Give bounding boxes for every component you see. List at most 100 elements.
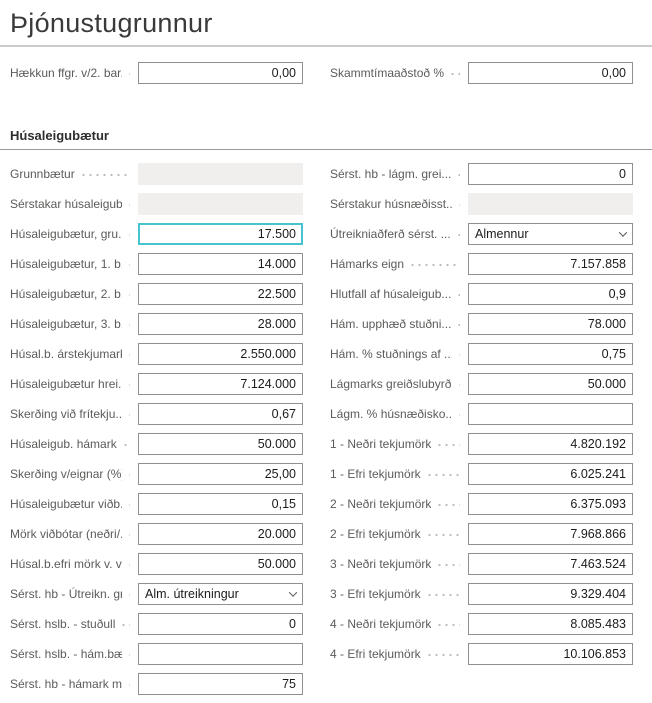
field-label: 3 - Efri tekjumörk xyxy=(330,587,421,601)
field-label: Húsaleigubætur, 1. b... xyxy=(10,257,122,271)
field-input[interactable]: 78.000 xyxy=(468,313,633,335)
field-select[interactable]: Almennur xyxy=(468,223,633,245)
field-input[interactable]: 6.025.241 xyxy=(468,463,633,485)
field-input[interactable]: 6.375.093 xyxy=(468,493,633,515)
field-label-wrap: Sérst. hslb. - stuðull xyxy=(10,613,138,635)
field-label: Hám. upphæð stuðni... xyxy=(330,317,451,331)
field-row: Húsaleigubætur, 2. b... 22.500 xyxy=(10,283,303,305)
field-value: 50.000 xyxy=(258,437,296,451)
field-label-wrap: 4 - Neðri tekjumörk xyxy=(330,613,468,635)
field-label-wrap: Húsaleigubætur, gru... xyxy=(10,223,138,245)
field-value: 20.000 xyxy=(258,527,296,541)
field-input[interactable]: 28.000 xyxy=(138,313,303,335)
field-input[interactable]: 75 xyxy=(138,673,303,695)
dotted-leader xyxy=(127,283,130,305)
field-row: 2 - Efri tekjumörk7.968.866 xyxy=(330,523,633,545)
field-input[interactable]: 7.463.524 xyxy=(468,553,633,575)
dotted-leader xyxy=(426,463,460,485)
field-input[interactable]: 7.968.866 xyxy=(468,523,633,545)
field-input[interactable] xyxy=(138,643,303,665)
field-label: Hlutfall af húsaleigub... xyxy=(330,287,451,301)
field-input[interactable]: 14.000 xyxy=(138,253,303,275)
dotted-leader xyxy=(127,673,130,695)
field-row: 1 - Neðri tekjumörk4.820.192 xyxy=(330,433,633,455)
dotted-leader xyxy=(449,62,460,84)
field-input[interactable]: 20.000 xyxy=(138,523,303,545)
field-label: Sérst. hb - hámark m... xyxy=(10,677,122,691)
field-input[interactable]: 2.550.000 xyxy=(138,343,303,365)
field-label-wrap: Sérst. hb - hámark m... xyxy=(10,673,138,695)
field-row: 4 - Neðri tekjumörk 8.085.483 xyxy=(330,613,633,635)
field-input[interactable]: 0 xyxy=(138,613,303,635)
field-label: Húsaleigub. hámark xyxy=(10,437,117,451)
field-row: Húsaleigub. hámark 50.000 xyxy=(10,433,303,455)
field-label-wrap: Húsaleigubætur hrei... xyxy=(10,373,138,395)
field-label: Húsaleigubætur, gru... xyxy=(10,227,122,241)
field-label-wrap: Hámarks eign xyxy=(330,253,468,275)
dotted-leader xyxy=(457,403,460,425)
field-input[interactable]: 0 xyxy=(468,163,633,185)
field-label: Húsaleigubætur, 2. b... xyxy=(10,287,122,301)
field-label: Húsaleigubætur viðb... xyxy=(10,497,122,511)
field-label: Hámarks eign xyxy=(330,257,404,271)
chevron-down-icon[interactable] xyxy=(619,228,627,236)
field-input[interactable]: 10.106.853 xyxy=(468,643,633,665)
field-input[interactable]: 0,67 xyxy=(138,403,303,425)
field-input[interactable]: 17.500 xyxy=(138,223,303,245)
field-input[interactable]: 22.500 xyxy=(138,283,303,305)
field-input[interactable]: 0,15 xyxy=(138,493,303,515)
field-row: Hlutfall af húsaleigub... 0,9 xyxy=(330,283,633,305)
field-label: 4 - Neðri tekjumörk xyxy=(330,617,431,631)
field-input[interactable]: 0,75 xyxy=(468,343,633,365)
field-input[interactable]: 50.000 xyxy=(138,553,303,575)
field-input[interactable]: 0,9 xyxy=(468,283,633,305)
field-label-wrap: 1 - Neðri tekjumörk xyxy=(330,433,468,455)
field-input[interactable]: 7.157.858 xyxy=(468,253,633,275)
field-value: 0,75 xyxy=(602,347,626,361)
field-value: 14.000 xyxy=(258,257,296,271)
field-label: Grunnbætur xyxy=(10,167,75,181)
field-label-wrap: 3 - Efri tekjumörk xyxy=(330,583,468,605)
field-input[interactable]: 7.124.000 xyxy=(138,373,303,395)
field-label: Lágmarks greiðslubyrði xyxy=(330,377,452,391)
field-label-wrap: Grunnbætur xyxy=(10,163,138,185)
field-input[interactable]: 8.085.483 xyxy=(468,613,633,635)
dotted-leader xyxy=(456,283,460,305)
field-input[interactable]: 50.000 xyxy=(138,433,303,455)
field-input[interactable] xyxy=(468,403,633,425)
general-column-left: Hækkun ffgr. v/2. bar...0,00 xyxy=(10,62,303,92)
dotted-leader xyxy=(426,523,460,545)
field-input[interactable]: 50.000 xyxy=(468,373,633,395)
field-input[interactable]: 4.820.192 xyxy=(468,433,633,455)
field-row: Skerðing v/eignar (%)25,00 xyxy=(10,463,303,485)
field-input[interactable]: 0,00 xyxy=(468,62,633,84)
field-input[interactable]: 25,00 xyxy=(138,463,303,485)
field-input[interactable]: 9.329.404 xyxy=(468,583,633,605)
dotted-leader xyxy=(127,343,130,365)
section-header-husaleigubaetur: Húsaleigubætur xyxy=(10,128,642,143)
field-label-wrap: Sérstakur húsnæðisst... xyxy=(330,193,468,215)
dotted-leader xyxy=(457,343,460,365)
field-label-wrap: Skerðing v/eignar (%) xyxy=(10,463,138,485)
field-select[interactable]: Alm. útreikningur xyxy=(138,583,303,605)
dotted-leader xyxy=(127,463,130,485)
field-label-wrap: Útreikniaðferð sérst. ... xyxy=(330,223,468,245)
field-label-wrap: Húsaleigubætur, 2. b... xyxy=(10,283,138,305)
chevron-down-icon[interactable] xyxy=(289,588,297,596)
field-value: 9.329.404 xyxy=(570,587,626,601)
field-input[interactable]: 0,00 xyxy=(138,62,303,84)
service-basis-page: Þjónustugrunnur Hækkun ffgr. v/2. bar...… xyxy=(0,0,652,691)
dotted-leader xyxy=(122,433,130,455)
field-label: Húsaleigubætur hrei... xyxy=(10,377,122,391)
dotted-leader xyxy=(409,253,460,275)
field-row: Hám. % stuðnings af ...0,75 xyxy=(330,343,633,365)
field-row: Hámarks eign 7.157.858 xyxy=(330,253,633,275)
field-disabled-input xyxy=(138,193,303,215)
field-row: Sérstakur húsnæðisst... xyxy=(330,193,633,215)
dotted-leader xyxy=(127,62,130,84)
dotted-leader xyxy=(127,553,130,575)
field-label: Mörk viðbótar (neðri/... xyxy=(10,527,122,541)
page-title: Þjónustugrunnur xyxy=(0,0,652,40)
field-label-wrap: Lágmarks greiðslubyrði xyxy=(330,373,468,395)
field-disabled-input xyxy=(138,163,303,185)
